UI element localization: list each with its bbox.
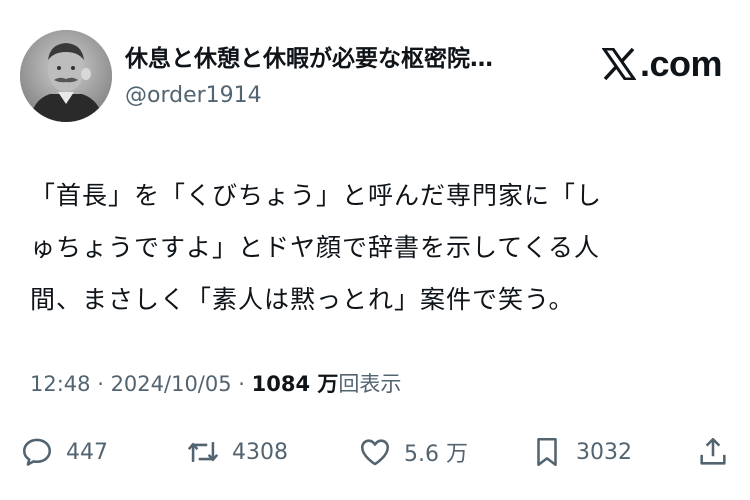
- tweet-body: 「首長」を「くびちょう」と呼んだ専門家に「し ゅちょうですよ」とドヤ顔で辞書を示…: [30, 170, 730, 326]
- author-display-name[interactable]: 休息と休憩と休暇が必要な枢密院…: [125, 44, 580, 74]
- like-button[interactable]: 5.6 万: [358, 432, 468, 472]
- brand-dot: .: [639, 43, 650, 84]
- reply-icon: [22, 438, 52, 466]
- share-icon: [700, 437, 726, 465]
- tweet-date[interactable]: 2024/10/05: [111, 372, 232, 396]
- bookmark-icon: [537, 437, 557, 467]
- share-button[interactable]: [696, 432, 730, 472]
- brand-watermark: . com: [601, 42, 722, 86]
- reply-button[interactable]: 447: [20, 432, 108, 472]
- author-handle[interactable]: @order1914: [125, 82, 262, 110]
- retweet-button[interactable]: 4308: [186, 432, 288, 472]
- avatar-portrait-image: [20, 30, 112, 122]
- views-count: 1084 万: [251, 372, 339, 396]
- author-avatar[interactable]: [20, 30, 112, 122]
- meta-separator: ·: [90, 372, 111, 396]
- brand-text: com: [649, 43, 722, 84]
- x-logo-icon: [601, 48, 636, 80]
- action-bar: 447 4308 5.6 万 3032: [20, 432, 730, 472]
- heart-icon: [360, 439, 390, 466]
- tweet-line: 「首長」を「くびちょう」と呼んだ専門家に「し: [30, 181, 603, 210]
- tweet-time[interactable]: 12:48: [30, 372, 91, 396]
- meta-separator: ·: [231, 372, 252, 396]
- bookmark-count: 3032: [576, 439, 632, 465]
- reply-count: 447: [66, 439, 108, 465]
- views-label: 回表示: [338, 372, 402, 396]
- bookmark-button[interactable]: 3032: [530, 432, 632, 472]
- tweet-line: 間、まさしく「素人は黙っとれ」案件で笑う。: [30, 285, 575, 314]
- like-count: 5.6 万: [404, 442, 468, 467]
- retweet-count: 4308: [232, 439, 288, 465]
- tweet-meta: 12:48 · 2024/10/05 · 1084 万回表示: [30, 370, 401, 398]
- tweet-line: ゅちょうですよ」とドヤ顔で辞書を示してくる人: [30, 233, 601, 262]
- retweet-icon: [187, 442, 219, 462]
